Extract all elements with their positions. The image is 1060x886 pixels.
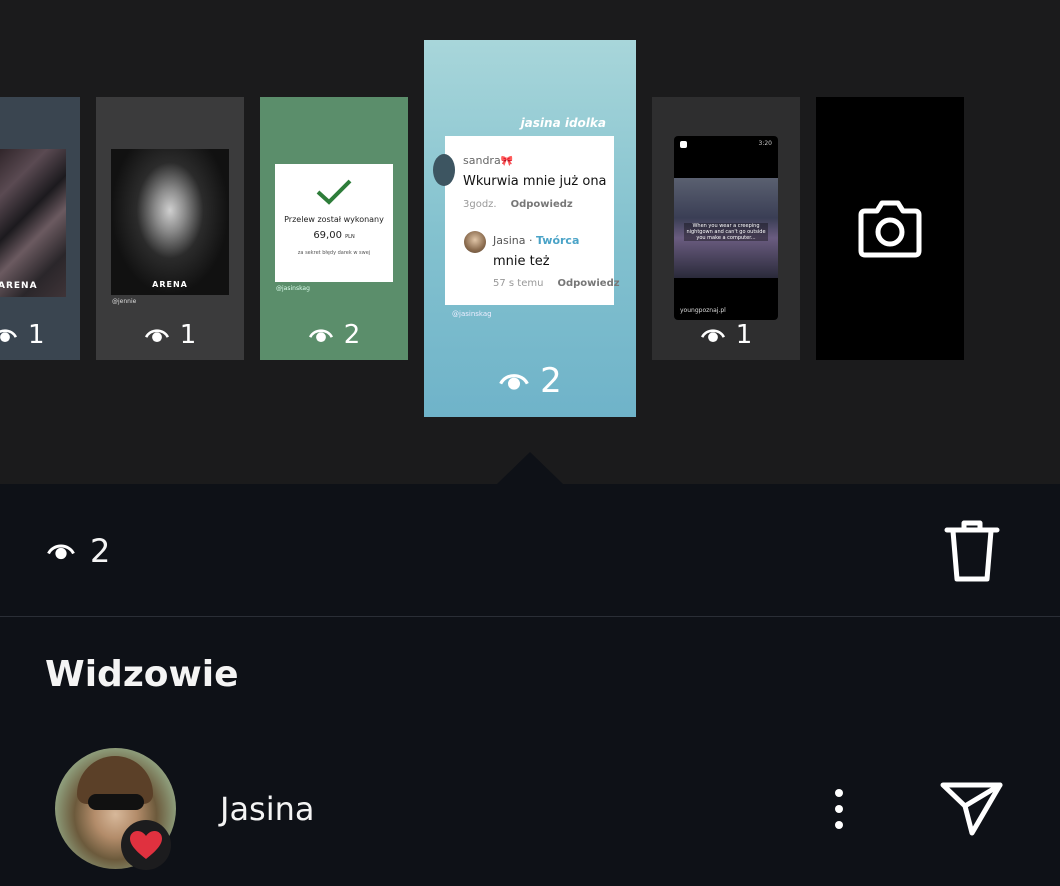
viewers-heading: Widzowie [45,654,239,695]
comment-username: sandra🎀 [463,154,514,167]
comment-meta: 3godz. Odpowiedz [463,199,573,210]
story-thumbnail-5[interactable]: 3:20 When you wear a creeping nightgown … [652,97,800,360]
more-options-icon[interactable] [826,785,852,833]
story-handle: @jasinskag [452,310,492,318]
views-number: 1 [735,320,753,350]
eye-icon [308,329,333,343]
story-view-count: 1 [0,320,80,350]
story-view-count: 2 [260,320,408,350]
story-thumbnail-1[interactable]: ARENA 1 [0,97,80,360]
transfer-card: Przelew został wykonany 69,00 PLN za sek… [275,164,393,282]
send-icon[interactable] [940,780,1004,838]
views-number: 2 [540,361,562,401]
stories-strip: ARENA 1 ARENA @jennie 1 Przelew został w… [0,0,1060,484]
add-story-camera[interactable] [816,97,964,360]
eye-icon [499,374,529,390]
transfer-amount: 69,00 PLN [313,230,355,241]
eye-icon [0,329,17,343]
video-frame: When you wear a creeping nightgown and c… [674,178,778,278]
selected-story-pointer [497,452,563,484]
story-view-count: 2 [424,361,636,401]
story-view-count: 1 [652,320,800,350]
eye-icon [144,329,169,343]
story-image: ARENA [0,149,66,297]
divider [0,616,1060,617]
reply-avatar [464,231,486,253]
camera-icon [858,200,922,258]
eye-icon [47,544,75,560]
eye-icon [700,329,725,343]
story-thumbnail-3[interactable]: Przelew został wykonany 69,00 PLN za sek… [260,97,408,360]
total-views: 2 [46,532,110,570]
comment-text: Wkurwia mnie już ona [463,174,607,189]
reaction-badge [121,820,171,870]
screen-recording: 3:20 When you wear a creeping nightgown … [674,136,778,320]
trash-icon[interactable] [943,518,1001,584]
comment-card: sandra🎀 Wkurwia mnie już ona 3godz. Odpow… [433,136,620,305]
transfer-title: Przelew został wykonany [284,215,384,224]
viewer-name[interactable]: Jasina [220,790,315,828]
views-number: 1 [28,320,45,350]
commenter-avatar [433,154,455,186]
checkmark-icon [316,179,352,205]
story-thumbnail-2[interactable]: ARENA @jennie 1 [96,97,244,360]
total-views-number: 2 [90,532,111,570]
views-number: 2 [343,320,361,350]
heart-icon [130,831,162,859]
reply-text: mnie też [493,254,550,269]
views-number: 1 [179,320,197,350]
story-tag: jasina idolka [520,116,606,130]
image-label: ARENA [0,281,38,291]
story-image: ARENA [111,149,229,295]
story-view-count: 1 [96,320,244,350]
video-site: youngpoznaj.pl [680,307,726,314]
story-thumbnail-selected[interactable]: jasina idolka sandra🎀 Wkurwia mnie już o… [424,40,636,417]
story-handle: @jasinskag [276,285,310,292]
phone-time: 3:20 [758,140,772,147]
image-label: ARENA [152,280,188,289]
record-icon [680,141,687,148]
video-caption: When you wear a creeping nightgown and c… [684,223,768,241]
transfer-note: za sekret błędy darek w swej [297,250,371,256]
reply-username: Jasina · Twórca [493,234,580,247]
story-handle: @jennie [112,298,137,305]
reply-meta: 57 s temu Odpowiedz [493,278,620,289]
